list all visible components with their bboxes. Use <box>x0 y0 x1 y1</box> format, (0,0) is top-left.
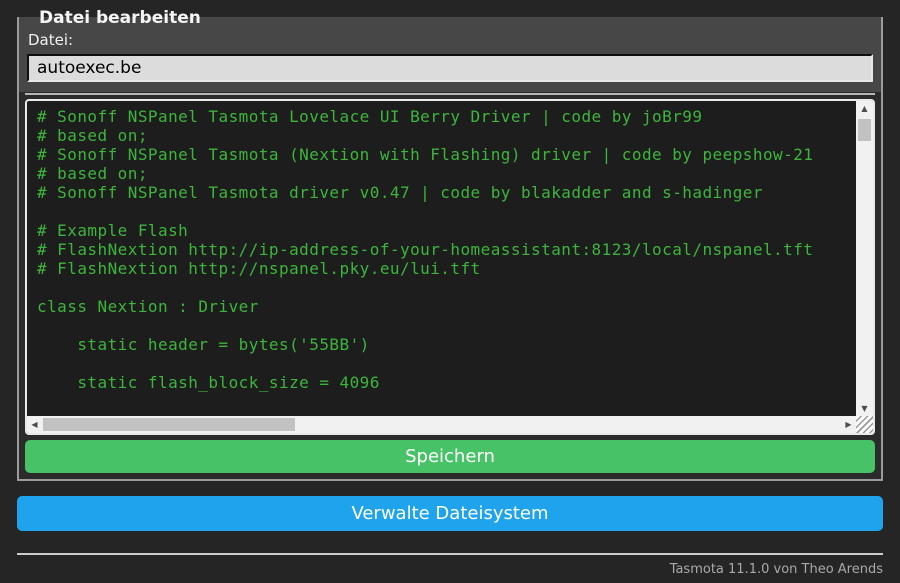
section-divider <box>25 93 875 95</box>
scroll-right-button[interactable]: ▶ <box>841 416 856 433</box>
file-name-input[interactable] <box>27 54 873 82</box>
code-editor[interactable]: # Sonoff NSPanel Tasmota Lovelace UI Ber… <box>25 99 875 435</box>
scroll-left-button[interactable]: ◀ <box>27 416 42 433</box>
vertical-scroll-thumb[interactable] <box>858 119 871 141</box>
resize-grip[interactable] <box>856 416 873 433</box>
horizontal-scrollbar[interactable]: ◀ ▶ <box>27 416 856 433</box>
scroll-down-icon: ▼ <box>861 404 868 413</box>
scroll-down-button[interactable]: ▼ <box>856 401 873 416</box>
file-section: Datei: <box>19 17 881 92</box>
panel-title: Datei bearbeiten <box>39 8 201 28</box>
version-text: Tasmota 11.1.0 von Theo Arends <box>669 562 883 577</box>
vertical-scrollbar[interactable]: ▲ ▼ <box>856 101 873 416</box>
footer-rule <box>17 553 883 555</box>
scroll-left-icon: ◀ <box>31 420 38 429</box>
manage-filesystem-button[interactable]: Verwalte Dateisystem <box>17 496 883 531</box>
scroll-up-icon: ▲ <box>861 104 868 113</box>
horizontal-scroll-thumb[interactable] <box>43 418 295 431</box>
scroll-up-button[interactable]: ▲ <box>856 101 873 116</box>
code-content[interactable]: # Sonoff NSPanel Tasmota Lovelace UI Ber… <box>27 101 856 416</box>
scroll-right-icon: ▶ <box>845 420 852 429</box>
edit-file-panel: Datei bearbeiten Datei: # Sonoff NSPanel… <box>17 8 883 481</box>
file-label: Datei: <box>28 31 74 49</box>
save-button[interactable]: Speichern <box>25 440 875 473</box>
